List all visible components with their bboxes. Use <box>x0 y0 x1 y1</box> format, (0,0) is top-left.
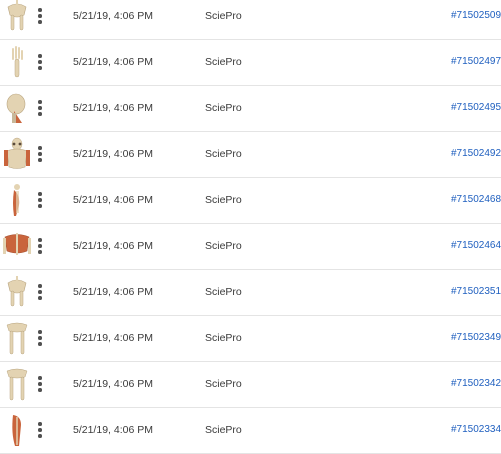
asset-row[interactable]: 5/21/19, 4:06 PM SciePro #71502464 <box>0 224 501 270</box>
leg-muscles-icon[interactable] <box>2 413 32 447</box>
asset-date: 5/21/19, 4:06 PM <box>73 148 153 160</box>
more-options-icon[interactable] <box>34 234 46 258</box>
asset-id-link[interactable]: #71502492 <box>451 132 501 176</box>
legs-skeleton-icon[interactable] <box>2 367 32 401</box>
menu-dot <box>38 422 42 426</box>
asset-source: SciePro <box>205 194 242 206</box>
asset-id-link[interactable]: #71502497 <box>451 40 501 84</box>
menu-dot <box>38 60 42 64</box>
asset-id-link[interactable]: #71502342 <box>451 362 501 406</box>
asset-source: SciePro <box>205 240 242 252</box>
asset-id-link[interactable]: #71502464 <box>451 224 501 268</box>
arm-muscles-icon[interactable] <box>2 183 32 217</box>
asset-date: 5/21/19, 4:06 PM <box>73 10 153 22</box>
more-options-icon[interactable] <box>34 280 46 304</box>
menu-dot <box>38 342 42 346</box>
asset-id-link[interactable]: #71502509 <box>451 0 501 38</box>
more-options-icon[interactable] <box>34 96 46 120</box>
menu-dot <box>38 198 42 202</box>
asset-date: 5/21/19, 4:06 PM <box>73 194 153 206</box>
menu-dot <box>38 8 42 12</box>
legs-skeleton-icon[interactable] <box>2 321 32 355</box>
menu-dot <box>38 284 42 288</box>
menu-dot <box>38 388 42 392</box>
asset-source: SciePro <box>205 424 242 436</box>
asset-row[interactable]: 5/21/19, 4:06 PM SciePro #71502497 <box>0 40 501 86</box>
menu-dot <box>38 434 42 438</box>
menu-dot <box>38 296 42 300</box>
asset-id-link[interactable]: #71502468 <box>451 178 501 222</box>
more-options-icon[interactable] <box>34 418 46 442</box>
more-options-icon[interactable] <box>34 4 46 28</box>
menu-dot <box>38 290 42 294</box>
asset-source: SciePro <box>205 102 242 114</box>
menu-dot <box>38 146 42 150</box>
asset-id-link[interactable]: #71502351 <box>451 270 501 314</box>
menu-dot <box>38 428 42 432</box>
asset-date: 5/21/19, 4:06 PM <box>73 332 153 344</box>
menu-dot <box>38 158 42 162</box>
asset-row[interactable]: 5/21/19, 4:06 PM SciePro #71502334 <box>0 408 501 454</box>
pelvis-skeleton-icon[interactable] <box>2 0 32 33</box>
back-muscles-icon[interactable] <box>2 229 32 263</box>
more-options-icon[interactable] <box>34 142 46 166</box>
more-options-icon[interactable] <box>34 50 46 74</box>
asset-source: SciePro <box>205 332 242 344</box>
asset-source: SciePro <box>205 148 242 160</box>
menu-dot <box>38 100 42 104</box>
asset-row[interactable]: 5/21/19, 4:06 PM SciePro #71502495 <box>0 86 501 132</box>
menu-dot <box>38 204 42 208</box>
menu-dot <box>38 112 42 116</box>
asset-id-link[interactable]: #71502349 <box>451 316 501 360</box>
more-options-icon[interactable] <box>34 188 46 212</box>
menu-dot <box>38 14 42 18</box>
menu-dot <box>38 20 42 24</box>
skull-muscles-icon[interactable] <box>2 91 32 125</box>
asset-date: 5/21/19, 4:06 PM <box>73 240 153 252</box>
menu-dot <box>38 152 42 156</box>
asset-source: SciePro <box>205 378 242 390</box>
asset-row[interactable]: 5/21/19, 4:06 PM SciePro #71502509 <box>0 0 501 40</box>
menu-dot <box>38 250 42 254</box>
asset-date: 5/21/19, 4:06 PM <box>73 56 153 68</box>
asset-date: 5/21/19, 4:06 PM <box>73 286 153 298</box>
more-options-icon[interactable] <box>34 372 46 396</box>
asset-date: 5/21/19, 4:06 PM <box>73 378 153 390</box>
asset-id-link[interactable]: #71502334 <box>451 408 501 452</box>
asset-date: 5/21/19, 4:06 PM <box>73 102 153 114</box>
asset-row[interactable]: 5/21/19, 4:06 PM SciePro #71502342 <box>0 362 501 408</box>
menu-dot <box>38 66 42 70</box>
thorax-skeleton-icon[interactable] <box>2 137 32 171</box>
menu-dot <box>38 376 42 380</box>
menu-dot <box>38 330 42 334</box>
asset-source: SciePro <box>205 286 242 298</box>
hand-bones-icon[interactable] <box>2 45 32 79</box>
asset-row[interactable]: 5/21/19, 4:06 PM SciePro #71502492 <box>0 132 501 178</box>
asset-row[interactable]: 5/21/19, 4:06 PM SciePro #71502351 <box>0 270 501 316</box>
asset-id-link[interactable]: #71502495 <box>451 86 501 130</box>
menu-dot <box>38 382 42 386</box>
asset-date: 5/21/19, 4:06 PM <box>73 424 153 436</box>
menu-dot <box>38 192 42 196</box>
menu-dot <box>38 106 42 110</box>
asset-source: SciePro <box>205 10 242 22</box>
menu-dot <box>38 54 42 58</box>
asset-list: 5/21/19, 4:06 PM SciePro #71502509 5/21/… <box>0 0 501 454</box>
asset-row[interactable]: 5/21/19, 4:06 PM SciePro #71502468 <box>0 178 501 224</box>
asset-row[interactable]: 5/21/19, 4:06 PM SciePro #71502349 <box>0 316 501 362</box>
pelvis-skeleton-icon[interactable] <box>2 275 32 309</box>
more-options-icon[interactable] <box>34 326 46 350</box>
asset-source: SciePro <box>205 56 242 68</box>
menu-dot <box>38 336 42 340</box>
menu-dot <box>38 244 42 248</box>
menu-dot <box>38 238 42 242</box>
